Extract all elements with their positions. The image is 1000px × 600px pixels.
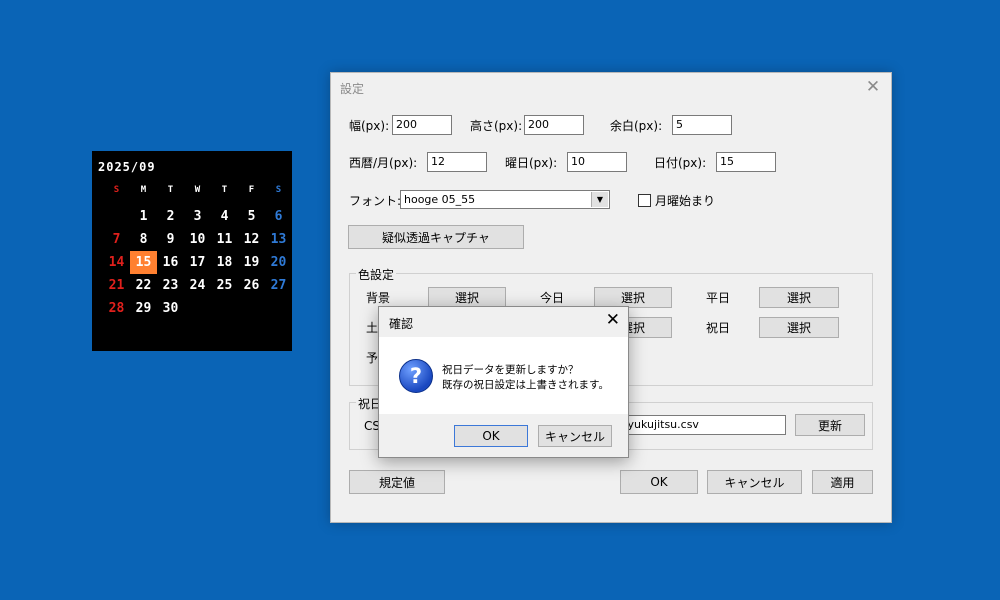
calendar-day bbox=[184, 297, 211, 320]
calendar-day: 4 bbox=[220, 209, 229, 224]
weekday-header: T bbox=[221, 185, 228, 195]
font-label: フォント: bbox=[349, 194, 402, 208]
font-select-value: hooge 05_55 bbox=[404, 193, 476, 206]
font-select[interactable]: hooge 05_55 ▼ bbox=[400, 190, 610, 209]
question-icon: ? bbox=[399, 359, 433, 393]
calendar-day: 5 bbox=[247, 209, 256, 224]
holiday-color-label: 祝日 bbox=[706, 321, 731, 335]
calendar-day: 1 bbox=[139, 209, 148, 224]
calendar-day: 16 bbox=[162, 255, 179, 270]
calendar-day: 18 bbox=[216, 255, 233, 270]
weekday-size-label: 曜日(px): bbox=[505, 156, 558, 170]
calendar-title: 2025/09 bbox=[98, 160, 156, 174]
ok-button[interactable]: OK bbox=[620, 470, 698, 494]
calendar-day: 13 bbox=[270, 232, 287, 247]
calendar-day: 12 bbox=[243, 232, 260, 247]
calendar-day: 19 bbox=[243, 255, 260, 270]
date-size-field[interactable]: 15 bbox=[716, 152, 776, 172]
monday-start-checkbox[interactable] bbox=[638, 194, 651, 207]
calendar-day: 11 bbox=[216, 232, 233, 247]
calendar-day: 29 bbox=[135, 301, 152, 316]
background-color-label: 背景 bbox=[366, 291, 391, 305]
weekday-header: W bbox=[194, 185, 201, 195]
weekday-header: S bbox=[275, 185, 282, 195]
weekday-header: M bbox=[140, 185, 147, 195]
close-icon[interactable]: ✕ bbox=[861, 75, 885, 99]
width-label: 幅(px): bbox=[349, 119, 390, 133]
dialog-ok-button[interactable]: OK bbox=[454, 425, 528, 447]
weekday-color-label: 平日 bbox=[706, 291, 731, 305]
holiday-select-button[interactable]: 選択 bbox=[759, 317, 839, 338]
today-color-label: 今日 bbox=[540, 291, 565, 305]
capture-button[interactable]: 疑似透過キャプチャ bbox=[348, 225, 524, 249]
calendar-grid: S M T W T F S 1 2 3 4 5 6 7 8 9 10 11 12 13 14 15 16 17 18 19 20 21… bbox=[103, 182, 292, 320]
calendar-day: 26 bbox=[243, 278, 260, 293]
margin-label: 余白(px): bbox=[610, 119, 663, 133]
update-button[interactable]: 更新 bbox=[795, 414, 865, 436]
weekday-header: S bbox=[113, 185, 120, 195]
calendar-day: 17 bbox=[189, 255, 206, 270]
calendar-day: 14 bbox=[108, 255, 125, 270]
weekday-header: T bbox=[167, 185, 174, 195]
margin-field[interactable]: 5 bbox=[672, 115, 732, 135]
weekday-size-field[interactable]: 10 bbox=[567, 152, 627, 172]
default-button[interactable]: 規定値 bbox=[349, 470, 445, 494]
calendar-day: 25 bbox=[216, 278, 233, 293]
window-title: 設定 bbox=[340, 82, 365, 96]
calendar-day: 28 bbox=[108, 301, 125, 316]
monday-start-label: 月曜始まり bbox=[655, 194, 716, 208]
calendar-day: 20 bbox=[270, 255, 287, 270]
calendar-widget: 2025/09 S M T W T F S 1 2 3 4 5 6 7 8 9 10 11 12 13 14 15 16 17… bbox=[92, 151, 292, 351]
chevron-down-icon[interactable]: ▼ bbox=[591, 192, 608, 207]
dialog-message-line1: 祝日データを更新しますか？ bbox=[442, 364, 579, 376]
apply-button[interactable]: 適用 bbox=[812, 470, 873, 494]
width-field[interactable]: 200 bbox=[392, 115, 452, 135]
year-month-field[interactable]: 12 bbox=[427, 152, 487, 172]
calendar-day: 30 bbox=[162, 301, 179, 316]
calendar-day: 8 bbox=[139, 232, 148, 247]
calendar-day: 23 bbox=[162, 278, 179, 293]
calendar-day: 22 bbox=[135, 278, 152, 293]
calendar-day bbox=[211, 297, 238, 320]
calendar-day: 24 bbox=[189, 278, 206, 293]
dialog-message-line2: 既存の祝日設定は上書きされます。 bbox=[442, 379, 609, 391]
background-select-button[interactable]: 選択 bbox=[428, 287, 506, 308]
date-size-label: 日付(px): bbox=[654, 156, 707, 170]
weekday-header: F bbox=[248, 185, 255, 195]
calendar-day: 10 bbox=[189, 232, 206, 247]
calendar-day bbox=[265, 297, 292, 320]
color-group-title: 色設定 bbox=[356, 266, 397, 283]
calendar-day bbox=[238, 297, 265, 320]
dialog-title: 確認 bbox=[389, 317, 414, 331]
height-label: 高さ(px): bbox=[470, 119, 523, 133]
calendar-day: 7 bbox=[112, 232, 121, 247]
close-icon[interactable]: ✕ bbox=[606, 310, 620, 330]
cancel-button[interactable]: キャンセル bbox=[707, 470, 802, 494]
calendar-day: 9 bbox=[166, 232, 175, 247]
confirm-dialog: 確認 ✕ ? 祝日データを更新しますか？ 既存の祝日設定は上書きされます。 OK… bbox=[378, 306, 629, 458]
dialog-cancel-button[interactable]: キャンセル bbox=[538, 425, 612, 447]
calendar-day: 2 bbox=[166, 209, 175, 224]
calendar-day-today: 15 bbox=[130, 251, 157, 274]
calendar-day: 3 bbox=[193, 209, 202, 224]
height-field[interactable]: 200 bbox=[524, 115, 584, 135]
weekday-select-button[interactable]: 選択 bbox=[759, 287, 839, 308]
year-month-label: 西暦/月(px): bbox=[349, 156, 418, 170]
calendar-day: 6 bbox=[274, 209, 283, 224]
calendar-day bbox=[103, 205, 130, 228]
today-select-button[interactable]: 選択 bbox=[594, 287, 672, 308]
calendar-day: 21 bbox=[108, 278, 125, 293]
calendar-day: 27 bbox=[270, 278, 287, 293]
